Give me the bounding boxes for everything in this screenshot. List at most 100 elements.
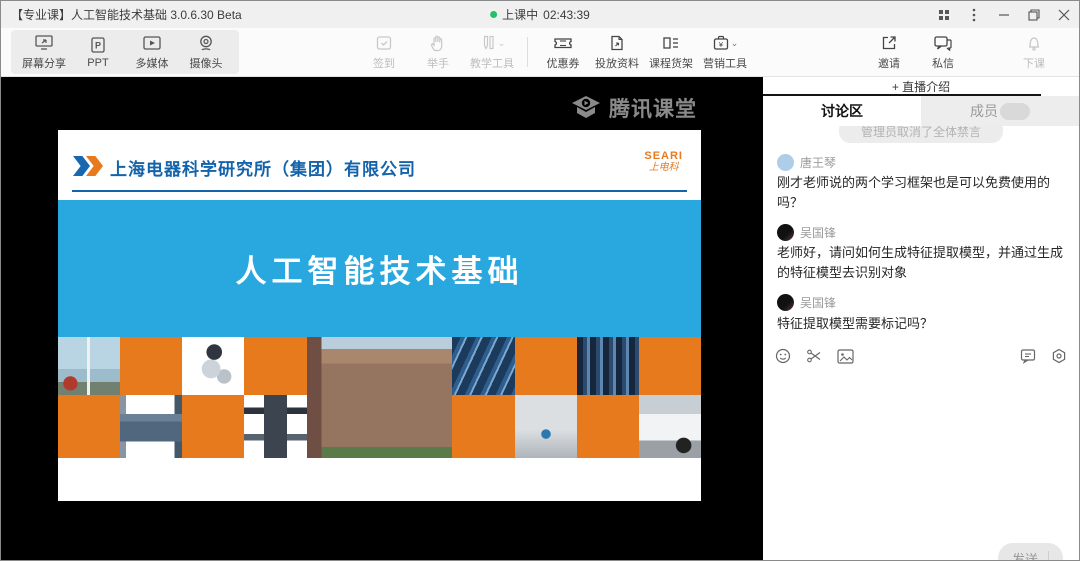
teaching-tools-label: 教学工具 bbox=[470, 55, 514, 71]
live-status-dot-icon bbox=[490, 11, 497, 18]
send-button[interactable]: 发送 bbox=[998, 543, 1063, 560]
slide-header: 上海电器科学研究所（集团）有限公司 SEARI 上电科 bbox=[58, 130, 701, 200]
watermark-text: 腾讯课堂 bbox=[609, 93, 697, 123]
toolbar-divider bbox=[527, 37, 528, 67]
social-tool-group: 邀请 私信 bbox=[862, 33, 970, 71]
ppt-label: PPT bbox=[87, 57, 108, 69]
chat-settings-gear-icon[interactable] bbox=[1051, 348, 1067, 364]
emoji-picker-icon[interactable] bbox=[775, 348, 791, 364]
coupon-button[interactable]: 优惠券 bbox=[536, 33, 590, 71]
invite-button[interactable]: 邀请 bbox=[862, 33, 916, 71]
course-shelf-icon bbox=[661, 33, 681, 53]
seari-logo: SEARI 上电科 bbox=[644, 150, 683, 173]
double-chevron-icon bbox=[73, 156, 103, 176]
message-text: 特征提取模型需要标记吗？ bbox=[777, 314, 1065, 334]
end-class-icon bbox=[1025, 33, 1043, 53]
materials-label: 投放资料 bbox=[595, 55, 639, 71]
slide-title-banner: 人工智能技术基础 bbox=[58, 200, 701, 337]
tab-discussion-label: 讨论区 bbox=[821, 101, 863, 121]
slide: 上海电器科学研究所（集团）有限公司 SEARI 上电科 人工智能技术基础 bbox=[58, 130, 701, 501]
class-status: 上课中 02:43:39 bbox=[490, 6, 590, 23]
screen-share-button[interactable]: 屏幕分享 bbox=[17, 33, 71, 71]
mosaic-tile-building bbox=[307, 337, 453, 458]
invite-label: 邀请 bbox=[878, 55, 900, 71]
window-title: 【专业课】人工智能技术基础 3.0.6.30 Beta bbox=[1, 6, 242, 23]
end-class-button[interactable]: 下课 bbox=[1007, 33, 1061, 71]
class-status-label: 上课中 bbox=[502, 6, 538, 23]
ppt-button[interactable]: P PPT bbox=[71, 33, 125, 71]
system-message-row: 管理员取消了全体禁言 bbox=[763, 126, 1079, 146]
photo-mosaic bbox=[58, 337, 701, 458]
avatar bbox=[777, 224, 794, 241]
raise-hand-label: 举手 bbox=[427, 55, 449, 71]
mosaic-tile-solar bbox=[452, 337, 514, 395]
mosaic-tile-grayroom bbox=[515, 395, 577, 458]
class-tool-group: 签到 举手 ⌄ 教学工具 优惠券 投放资料 课程货架 bbox=[357, 33, 752, 71]
sign-in-icon bbox=[375, 33, 393, 53]
chat-panel: + 直播介绍 讨论区 成员 管理员取消了全体禁言 唐王琴 bbox=[763, 77, 1079, 560]
close-button[interactable] bbox=[1049, 1, 1079, 28]
restore-button[interactable] bbox=[1019, 1, 1049, 28]
slide-title: 人工智能技术基础 bbox=[236, 246, 524, 291]
apps-grid-icon[interactable] bbox=[929, 1, 959, 28]
header-rule bbox=[72, 190, 687, 192]
course-shelf-label: 课程货架 bbox=[649, 55, 693, 71]
send-divider bbox=[1048, 551, 1049, 560]
member-count-badge bbox=[1000, 103, 1030, 120]
sender-name: 吴国锋 bbox=[800, 224, 836, 241]
marketing-tools-button[interactable]: ¥⌄ 营销工具 bbox=[698, 33, 752, 71]
mosaic-tile-orange bbox=[120, 337, 182, 395]
marketing-tools-label: 营销工具 bbox=[703, 55, 747, 71]
send-label: 发送 bbox=[1012, 549, 1038, 561]
company-name: 上海电器科学研究所（集团）有限公司 bbox=[110, 155, 416, 180]
mosaic-tile-car bbox=[639, 395, 701, 458]
mosaic-tile-orange bbox=[58, 395, 120, 458]
intro-underline bbox=[763, 94, 1041, 96]
mosaic-tile-orange bbox=[515, 337, 577, 395]
avatar bbox=[777, 294, 794, 311]
chat-input-field[interactable] bbox=[763, 369, 1079, 560]
chat-input-toolbar bbox=[763, 343, 1079, 369]
raise-hand-button[interactable]: 举手 bbox=[411, 33, 465, 71]
chat-message-header: 吴国锋 bbox=[777, 222, 1065, 242]
main-toolbar: 屏幕分享 P PPT 多媒体 摄像头 签到 举手 bbox=[1, 28, 1079, 77]
coupon-icon bbox=[553, 33, 573, 53]
chat-message: 唐王琴 刚才老师说的两个学习框架也是可以免费使用的吗？ bbox=[777, 152, 1065, 213]
multimedia-label: 多媒体 bbox=[136, 55, 169, 71]
svg-text:P: P bbox=[95, 41, 101, 51]
tab-members[interactable]: 成员 bbox=[921, 96, 1079, 126]
mosaic-tile-orange bbox=[182, 395, 244, 458]
course-shelf-button[interactable]: 课程货架 bbox=[644, 33, 698, 71]
live-intro-label: + 直播介绍 bbox=[892, 78, 950, 95]
sender-name: 唐王琴 bbox=[800, 154, 836, 171]
teaching-tools-button[interactable]: ⌄ 教学工具 bbox=[465, 33, 519, 71]
chat-message-header: 唐王琴 bbox=[777, 152, 1065, 172]
live-intro-tab[interactable]: + 直播介绍 bbox=[763, 77, 1079, 96]
class-timer: 02:43:39 bbox=[543, 8, 590, 22]
camera-button[interactable]: 摄像头 bbox=[179, 33, 233, 71]
end-class-label: 下课 bbox=[1023, 55, 1045, 71]
seari-logo-subtext: 上电科 bbox=[644, 162, 683, 173]
coupon-label: 优惠券 bbox=[547, 55, 580, 71]
materials-button[interactable]: 投放资料 bbox=[590, 33, 644, 71]
seari-logo-text: SEARI bbox=[644, 150, 683, 162]
avatar bbox=[777, 154, 794, 171]
end-class-wrap: 下课 bbox=[1007, 33, 1061, 71]
sign-in-button[interactable]: 签到 bbox=[357, 33, 411, 71]
screen-share-icon bbox=[34, 33, 54, 53]
platform-watermark: 腾讯课堂 bbox=[571, 93, 697, 123]
minimize-button[interactable] bbox=[989, 1, 1019, 28]
chat-history-icon[interactable] bbox=[1020, 348, 1036, 364]
camera-icon bbox=[197, 33, 215, 53]
app-window: 【专业课】人工智能技术基础 3.0.6.30 Beta 上课中 02:43:39 bbox=[0, 0, 1080, 561]
mosaic-tile-orange bbox=[577, 395, 639, 458]
sign-in-label: 签到 bbox=[373, 55, 395, 71]
image-upload-icon[interactable] bbox=[837, 349, 854, 364]
private-message-button[interactable]: 私信 bbox=[916, 33, 970, 71]
more-menu-icon[interactable] bbox=[959, 1, 989, 28]
private-message-label: 私信 bbox=[932, 55, 954, 71]
multimedia-button[interactable]: 多媒体 bbox=[125, 33, 179, 71]
screenshot-scissors-icon[interactable] bbox=[806, 348, 822, 364]
message-text: 刚才老师说的两个学习框架也是可以免费使用的吗？ bbox=[777, 173, 1065, 213]
tab-discussion[interactable]: 讨论区 bbox=[763, 96, 921, 126]
